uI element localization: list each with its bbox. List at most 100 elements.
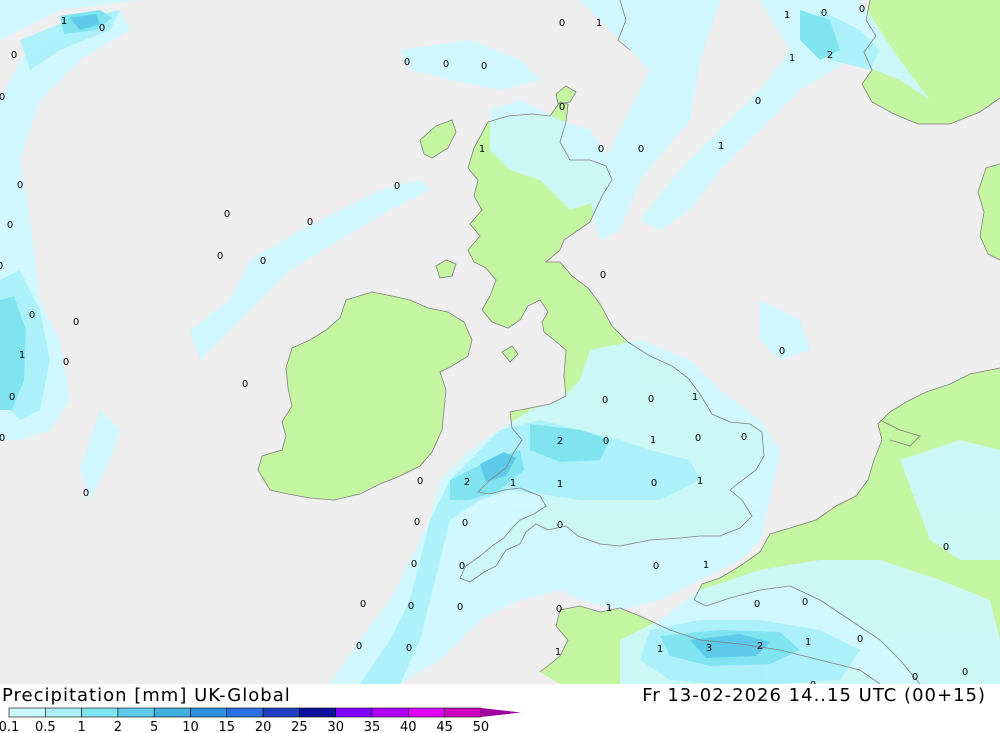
precipitation-map: 1 0 0 0 0 0 0 0 0 1 0 0 0 0 0 1 1 0 0 1 2 0 0 0 0 0 1 0 0 1 0 0 0 0 0 0 0 0 0 0… [0, 0, 1000, 684]
contour-label: 0 [859, 4, 865, 15]
contour-label: 1 [784, 10, 790, 21]
contour-label: 0 [648, 394, 654, 405]
contour-label: 0 [459, 561, 465, 572]
color-scale-legend: 0.1 0.5 1 2 5 10 15 20 25 30 35 40 45 50 [0, 707, 521, 733]
contour-label: 0 [360, 599, 366, 610]
contour-label: 0 [63, 357, 69, 368]
contour-label: 0 [559, 102, 565, 113]
contour-label: 0 [217, 251, 223, 262]
contour-label: 0 [0, 261, 3, 272]
legend-label: 0.1 [0, 720, 19, 733]
contour-label: 0 [411, 559, 417, 570]
contour-label: 0 [821, 8, 827, 19]
contour-label: 0 [651, 478, 657, 489]
contour-label: 0 [404, 57, 410, 68]
contour-label: 0 [457, 602, 463, 613]
contour-label: 0 [224, 209, 230, 220]
contour-label: 1 [557, 479, 563, 490]
contour-label: 0 [11, 50, 17, 61]
legend-swatch [8, 707, 46, 718]
legend-label: 1 [77, 720, 85, 733]
contour-label: 0 [695, 433, 701, 444]
contour-label: 1 [789, 53, 795, 64]
valid-time: Fr 13-02-2026 14..15 UTC (00+15) [642, 685, 986, 706]
legend-swatch [407, 707, 445, 718]
contour-label: 1 [510, 478, 516, 489]
contour-label: 0 [755, 96, 761, 107]
contour-label: 0 [603, 436, 609, 447]
contour-label: 0 [556, 604, 562, 615]
contour-label: 0 [559, 18, 565, 29]
legend-label: 15 [219, 720, 236, 733]
contour-label: 1 [805, 637, 811, 648]
legend-labels: 0.1 0.5 1 2 5 10 15 20 25 30 35 40 45 50 [0, 720, 489, 733]
legend-swatch [371, 707, 409, 718]
contour-label: 0 [857, 634, 863, 645]
contour-label: 0 [307, 217, 313, 228]
contour-label: 0 [417, 476, 423, 487]
contour-label: 0 [17, 180, 23, 191]
contour-label: 2 [757, 641, 763, 652]
contour-label: 1 [703, 560, 709, 571]
contour-label: 0 [99, 23, 105, 34]
contour-label: 0 [912, 672, 918, 683]
contour-label: 1 [61, 16, 67, 27]
contour-label: 0 [653, 561, 659, 572]
legend-label: 5 [150, 720, 158, 733]
legend-label: 35 [364, 720, 381, 733]
legend-swatch [81, 707, 119, 718]
legend-label: 40 [400, 720, 417, 733]
contour-label: 0 [943, 542, 949, 553]
legend-label: 0.5 [35, 720, 56, 733]
contour-label: 1 [555, 647, 561, 658]
legend-swatch [444, 707, 482, 718]
contour-label: 0 [406, 643, 412, 654]
contour-label: 1 [718, 141, 724, 152]
contour-label: 1 [19, 350, 25, 361]
contour-label: 0 [598, 144, 604, 155]
product-title: Precipitation [mm] UK-Global [2, 685, 291, 706]
legend-label: 2 [114, 720, 122, 733]
contour-label: 1 [692, 392, 698, 403]
contour-label: 0 [557, 520, 563, 531]
contour-label: 0 [638, 144, 644, 155]
contour-label: 0 [741, 432, 747, 443]
map-footer: Precipitation [mm] UK-Global Fr 13-02-20… [0, 684, 1000, 733]
legend-swatch [262, 707, 300, 718]
contour-label: 2 [827, 50, 833, 61]
legend-swatch [299, 707, 336, 718]
contour-label: 1 [606, 603, 612, 614]
contour-label: 1 [479, 144, 485, 155]
contour-label: 0 [602, 395, 608, 406]
contour-label: 0 [443, 59, 449, 70]
contour-label: 1 [596, 18, 602, 29]
legend-label: 50 [473, 720, 490, 733]
legend-label: 25 [291, 720, 308, 733]
contour-label: 0 [962, 667, 968, 678]
legend-swatch [117, 707, 155, 718]
legend-swatch [226, 707, 264, 718]
contour-label: 0 [242, 379, 248, 390]
contour-label: 0 [600, 270, 606, 281]
contour-label: 0 [0, 92, 5, 103]
contour-label: 0 [779, 346, 785, 357]
legend-swatch [190, 707, 228, 718]
legend-label: 45 [436, 720, 453, 733]
contour-label: 3 [706, 643, 712, 654]
contour-label: 0 [481, 61, 487, 72]
legend-overflow-arrow [480, 708, 521, 717]
contour-label: 0 [83, 488, 89, 499]
legend-swatch [44, 707, 82, 718]
contour-label: 1 [697, 476, 703, 487]
contour-label: 0 [260, 256, 266, 267]
contour-label: 0 [9, 392, 15, 403]
legend-label: 10 [182, 720, 199, 733]
contour-label: 1 [657, 644, 663, 655]
contour-label: 0 [0, 433, 5, 444]
contour-label: 0 [356, 641, 362, 652]
contour-label: 0 [73, 317, 79, 328]
legend-swatch [153, 707, 191, 718]
contour-label: 0 [394, 181, 400, 192]
contour-label: 1 [650, 435, 656, 446]
legend-swatch [335, 707, 373, 718]
